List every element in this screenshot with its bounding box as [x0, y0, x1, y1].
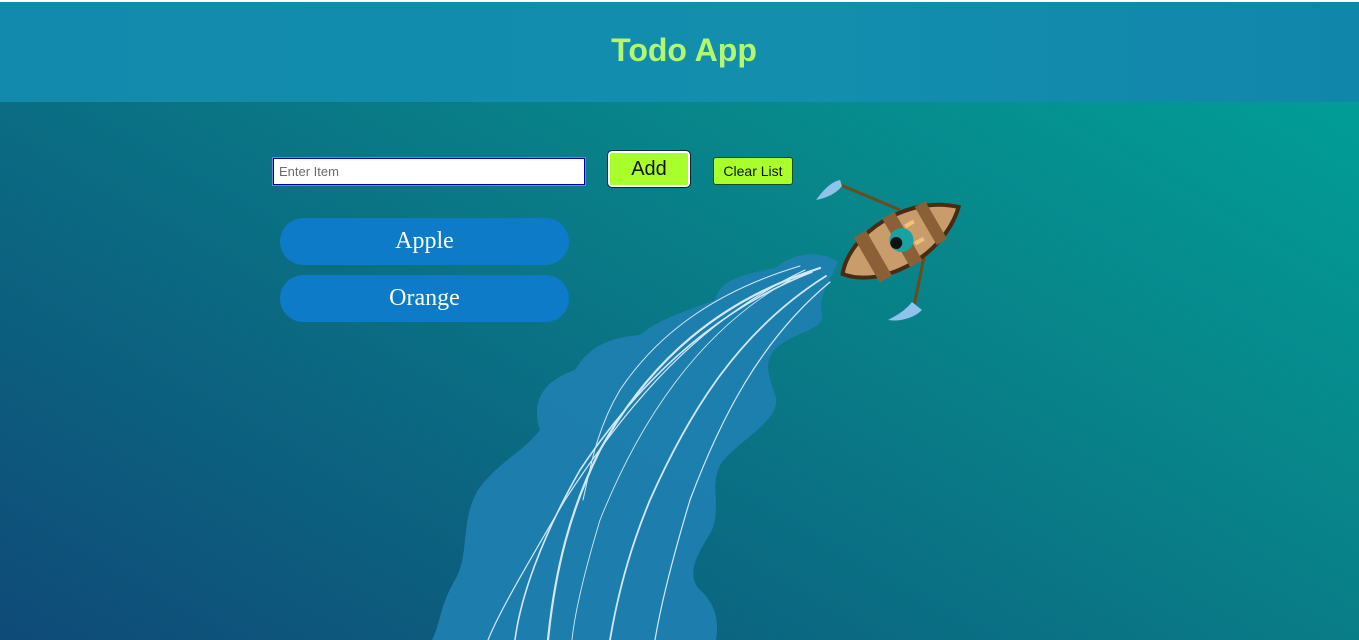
todo-item[interactable]: Apple	[280, 218, 569, 265]
header-bar: Todo App	[0, 0, 1359, 102]
item-input[interactable]	[272, 157, 586, 186]
oar-left	[816, 180, 901, 212]
add-button[interactable]: Add	[607, 150, 691, 188]
page-title: Todo App	[611, 32, 757, 68]
todo-item[interactable]: Orange	[280, 275, 569, 322]
todo-list: Apple Orange	[280, 218, 569, 332]
rowboat	[840, 200, 962, 283]
clear-list-button[interactable]: Clear List	[713, 157, 793, 185]
